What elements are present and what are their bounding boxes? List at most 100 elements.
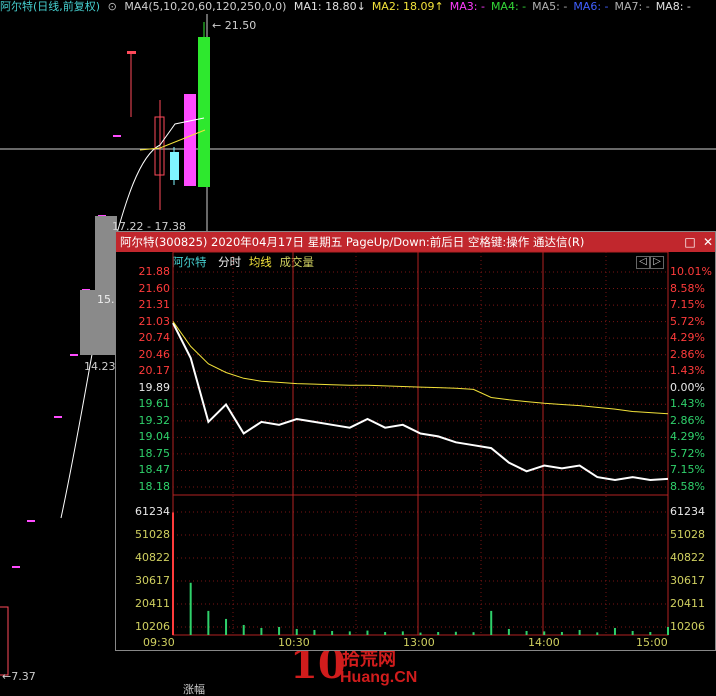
volume-bar — [401, 631, 404, 635]
volume-bar — [225, 618, 228, 635]
ma-item-2[interactable]: MA2: 18.09↑ — [372, 0, 444, 13]
volume-tick-right: 30617 — [670, 574, 705, 587]
candle-dash — [12, 566, 20, 568]
volume-bar — [490, 610, 493, 635]
volume-bar — [419, 632, 422, 635]
volume-bar — [507, 628, 510, 635]
time-tick: 15:00 — [636, 636, 668, 649]
price-label-a: 15. — [97, 293, 115, 306]
volume-bar — [313, 629, 316, 635]
ma-item-6[interactable]: MA6: - — [573, 0, 608, 13]
volume-bar — [348, 631, 351, 635]
time-tick: 10:30 — [278, 636, 310, 649]
average-line — [172, 321, 669, 415]
pct-tick-right: 2.86% — [670, 413, 705, 427]
volume-tick-left: 40822 — [135, 551, 170, 564]
pct-tick-right: 8.58% — [670, 480, 705, 493]
volume-bar — [331, 630, 334, 635]
candle-dash — [27, 520, 35, 522]
high-price-label: ← 21.50 — [212, 19, 257, 32]
volume-tick-left: 20411 — [135, 597, 170, 610]
ma-item-4[interactable]: MA4: - — [491, 0, 526, 13]
price-line — [172, 322, 669, 482]
low-price-value: 7.37 — [11, 670, 36, 683]
candle-magenta — [184, 94, 196, 186]
volume-bar — [437, 631, 440, 635]
price-tick-left: 19.61 — [138, 397, 171, 411]
low-bracket — [0, 606, 9, 676]
volume-bar — [172, 512, 174, 635]
volume-bar — [578, 629, 581, 635]
candle-green — [198, 37, 210, 187]
pct-tick-right: 5.72% — [670, 314, 705, 328]
high-price-value: 21.50 — [224, 19, 257, 32]
volume-bar — [596, 632, 599, 635]
volume-bar — [189, 582, 192, 635]
price-tick-left: 18.18 — [138, 480, 171, 493]
volume-bar — [667, 626, 669, 635]
volume-tick-right: 51028 — [670, 528, 705, 541]
ma-item-3[interactable]: MA3: - — [450, 0, 485, 13]
volume-tick-left: 30617 — [135, 574, 170, 587]
time-tick: 09:30 — [143, 636, 175, 649]
price-tick-left: 19.89 — [138, 380, 171, 394]
ma-item-8[interactable]: MA8: - — [656, 0, 691, 13]
pct-tick-right: 1.43% — [670, 397, 705, 411]
volume-bar — [613, 627, 616, 635]
stock-title[interactable]: 阿尔特(日线,前复权) — [0, 0, 100, 13]
volume-tick-left: 10206 — [135, 620, 170, 633]
price-label-b: 14.23 — [84, 360, 116, 373]
volume-bar — [295, 628, 298, 635]
volume-bar — [278, 626, 281, 635]
volume-bar — [207, 610, 210, 635]
pct-tick-right: 0.00% — [670, 380, 705, 394]
ma-item-7[interactable]: MA7: - — [615, 0, 650, 13]
price-tick-left: 20.74 — [138, 331, 171, 345]
kline-header: 阿尔特(日线,前复权) ⊙ MA4(5,10,20,60,120,250,0,0… — [0, 0, 716, 14]
time-tick: 13:00 — [403, 636, 435, 649]
volume-bar — [525, 630, 528, 635]
plot-frame — [172, 251, 669, 636]
volume-tick-right: 61234 — [670, 505, 705, 518]
price-tick-left: 18.75 — [138, 446, 171, 460]
price-tick-left: 20.17 — [138, 364, 171, 378]
bottom-text: 涨幅 — [183, 683, 205, 696]
volume-bar — [366, 630, 369, 635]
candle-dash — [54, 416, 62, 418]
price-tick-left: 21.60 — [138, 281, 171, 295]
volume-bar — [631, 630, 634, 635]
pct-tick-right: 7.15% — [670, 298, 705, 312]
ma-params[interactable]: MA4(5,10,20,60,120,250,0,0) — [124, 0, 286, 13]
volume-bar — [384, 631, 387, 635]
ma-item-5[interactable]: MA5: - — [532, 0, 567, 13]
volume-bar — [454, 631, 457, 635]
price-tick-left: 21.88 — [138, 265, 171, 278]
volume-bar — [560, 631, 563, 635]
ma-toggle-icon[interactable]: ⊙ — [108, 0, 117, 13]
volume-bar — [242, 624, 245, 635]
price-tick-left: 18.47 — [138, 463, 171, 477]
volume-tick-left: 51028 — [135, 528, 170, 541]
time-tick: 14:00 — [528, 636, 560, 649]
volume-tick-right: 20411 — [670, 597, 705, 610]
pct-tick-right: 7.15% — [670, 463, 705, 477]
candle-up — [127, 51, 136, 54]
ma-item-1[interactable]: MA1: 18.80↓ — [294, 0, 366, 13]
pct-tick-right: 4.29% — [670, 430, 705, 444]
volume-bar — [472, 632, 475, 635]
volume-tick-left: 61234 — [135, 505, 170, 518]
low-price-label: ←7.37 — [2, 670, 36, 683]
price-tick-left: 19.32 — [138, 413, 171, 427]
price-tick-left: 20.46 — [138, 347, 171, 361]
volume-bar — [649, 631, 652, 635]
pct-tick-right: 4.29% — [670, 331, 705, 345]
pct-tick-right: 5.72% — [670, 446, 705, 460]
price-tick-left: 21.03 — [138, 314, 171, 328]
pct-tick-right: 10.01% — [670, 265, 712, 278]
candle-dash — [70, 354, 78, 356]
pct-tick-right: 8.58% — [670, 281, 705, 295]
intraday-popup-window[interactable]: 阿尔特(300825) 2020年04月17日 星期五 PageUp/Down:… — [115, 231, 716, 651]
volume-bar — [543, 631, 546, 635]
volume-tick-right: 40822 — [670, 551, 705, 564]
intraday-chart — [172, 251, 669, 636]
